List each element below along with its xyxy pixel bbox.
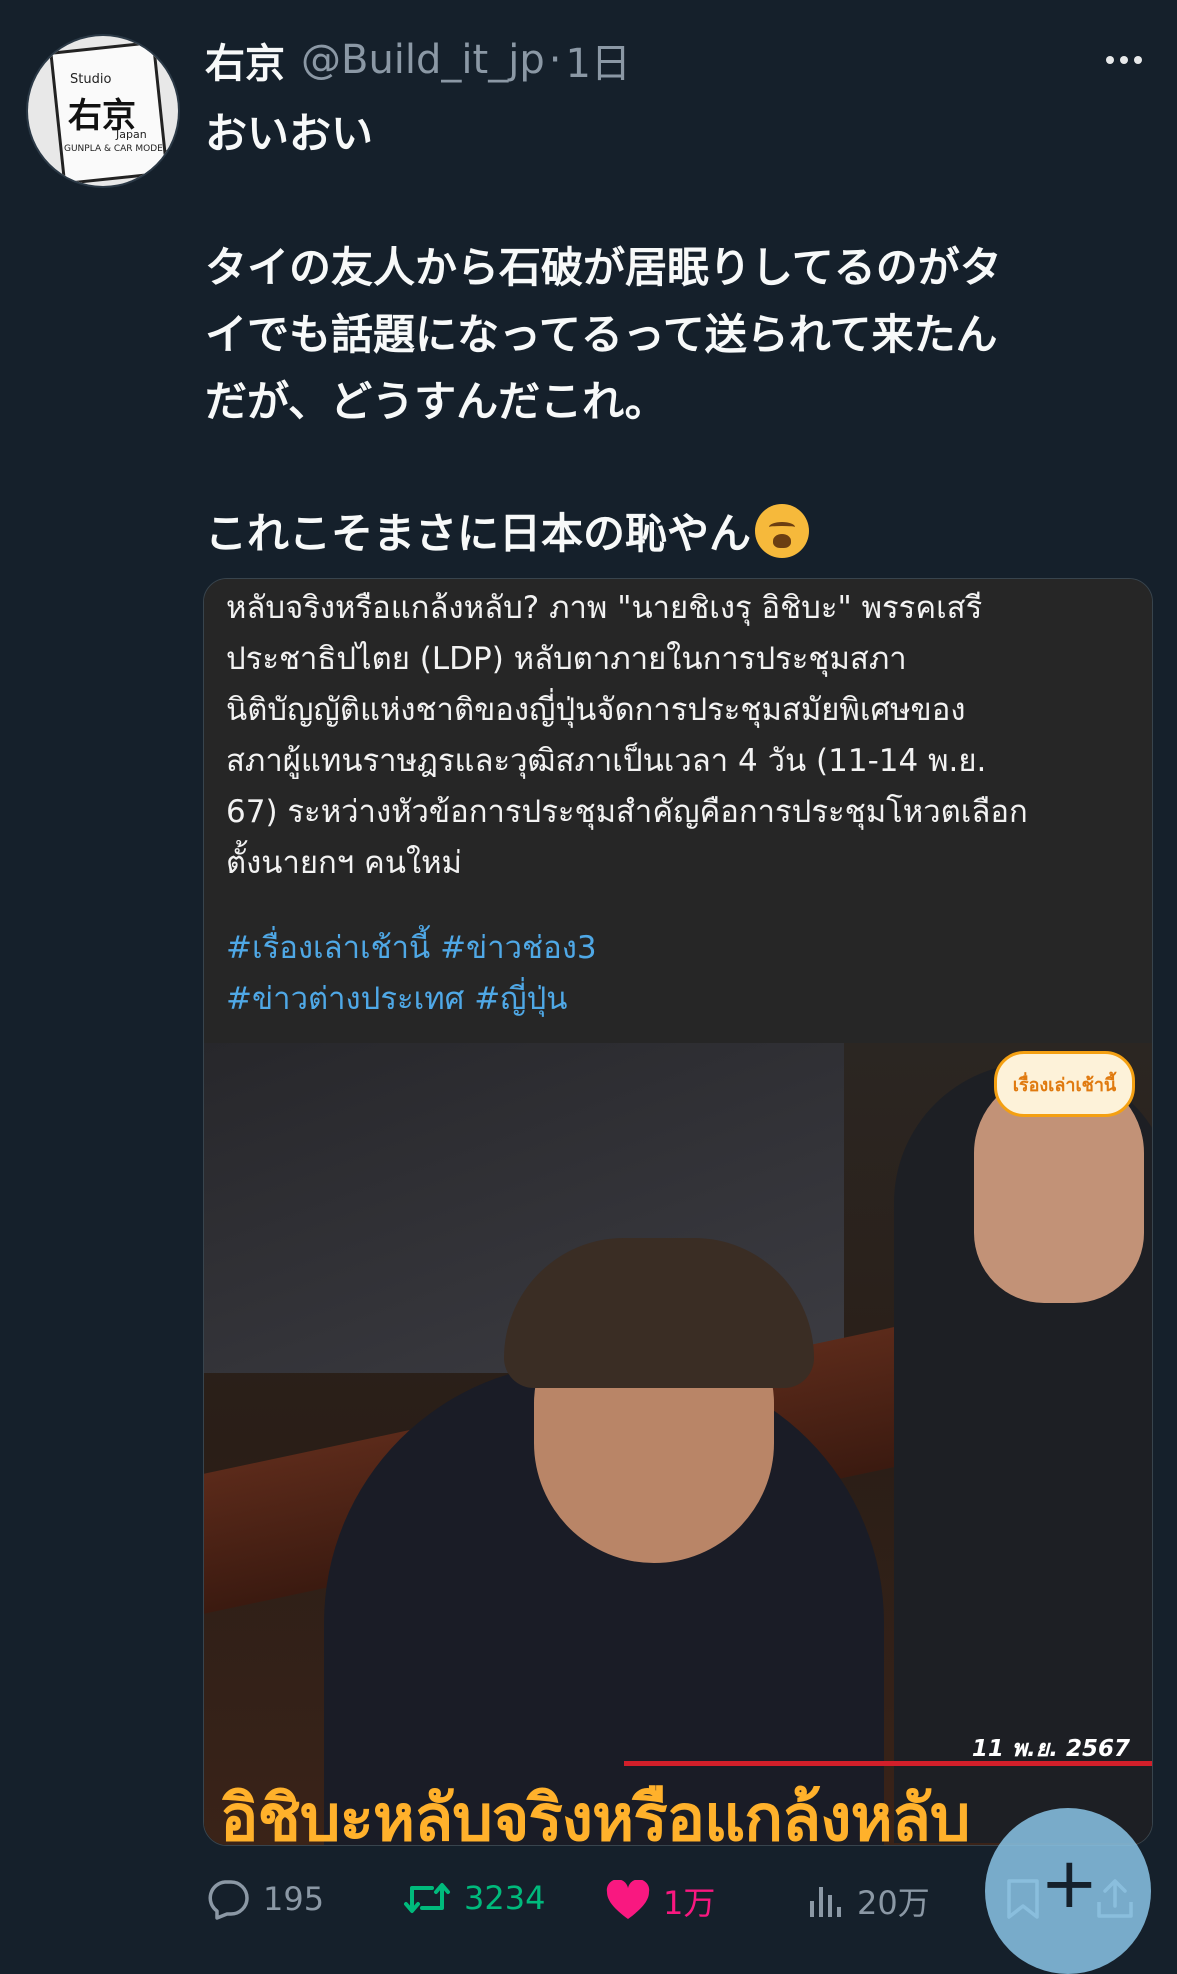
tweet-line: だが、どうすんだこれ。 — [205, 377, 667, 426]
tweet-line — [205, 167, 1125, 234]
author-name[interactable]: 右京 — [205, 31, 285, 89]
author-handle[interactable]: @Build_it_jp — [301, 37, 545, 83]
tweet-text: おいおい タイの友人から石破が居眠りしてるのがタ イでも話題になってるって送られ… — [205, 100, 1125, 567]
tweet-line: イでも話題になってるって送られて来たん — [205, 310, 998, 359]
news-photo[interactable]: เรื่องเล่าเช้านี้ 11 พ.ย. 2567 อิชิบะหลั… — [204, 1043, 1152, 1845]
bar-chart-icon — [810, 1887, 841, 1917]
plus-icon: + — [1040, 1842, 1099, 1924]
reply-icon — [208, 1880, 249, 1920]
hashtag-list: #เรื่องเล่าเช้านี้ #ข่าวช่อง3 #ข่าวต่างป… — [226, 923, 597, 1025]
reply-count: 195 — [263, 1880, 325, 1918]
reply-button[interactable]: 195 — [205, 1878, 324, 1920]
weary-face-icon — [755, 504, 810, 558]
avatar[interactable]: Studio 右京 Japan GUNPLA & CAR MODEL — [28, 36, 178, 186]
hashtag-line[interactable]: #เรื่องเล่าเช้านี้ #ข่าวช่อง3 — [226, 923, 597, 974]
embedded-post-text: หลับจริงหรือแกล้งหลับ? ภาพ "นายชิเงรุ อิ… — [204, 579, 1152, 1043]
tweet-line: タイの友人から石破が居眠りしてるのがタ — [205, 243, 1002, 292]
retweet-button[interactable]: 3234 — [402, 1878, 545, 1918]
photo-caption: อิชิบะหลับจริงหรือแกล้งหลับ — [220, 1782, 971, 1845]
tweet-line-last: これこそまさに日本の恥やん — [205, 500, 1125, 567]
photo-red-line — [624, 1761, 1152, 1766]
tweet-time[interactable]: 1日 — [565, 31, 630, 89]
heart-icon — [606, 1880, 650, 1919]
views-count: 20万 — [857, 1884, 930, 1922]
tweet-line: おいおい — [205, 109, 374, 158]
like-button[interactable]: 1万 — [605, 1878, 715, 1924]
views-button[interactable]: 20万 — [805, 1878, 930, 1924]
hashtag-line[interactable]: #ข่าวต่างประเทศ #ญี่ปุ่น — [226, 974, 597, 1025]
tweet-header: 右京 @Build_it_jp · 1日 — [205, 30, 631, 90]
tweet-line: これこそまさに日本の恥やん — [205, 509, 752, 558]
thai-caption-text: หลับจริงหรือแกล้งหลับ? ภาพ "นายชิเงรุ อิ… — [226, 590, 1028, 881]
separator-dot: · — [548, 37, 562, 83]
tweet-media[interactable]: หลับจริงหรือแกล้งหลับ? ภาพ "นายชิเงรุ อิ… — [203, 578, 1153, 1846]
channel-logo-badge: เรื่องเล่าเช้านี้ — [994, 1051, 1135, 1117]
like-count: 1万 — [663, 1884, 716, 1922]
avatar-studio-text: Studio — [70, 72, 112, 87]
retweet-count: 3234 — [464, 1879, 546, 1917]
avatar-japan-text: Japan — [116, 128, 147, 141]
retweet-icon — [404, 1883, 450, 1913]
tweet-line — [205, 435, 1125, 502]
avatar-tagline: GUNPLA & CAR MODEL — [64, 144, 168, 154]
more-options-icon[interactable] — [1100, 40, 1148, 80]
